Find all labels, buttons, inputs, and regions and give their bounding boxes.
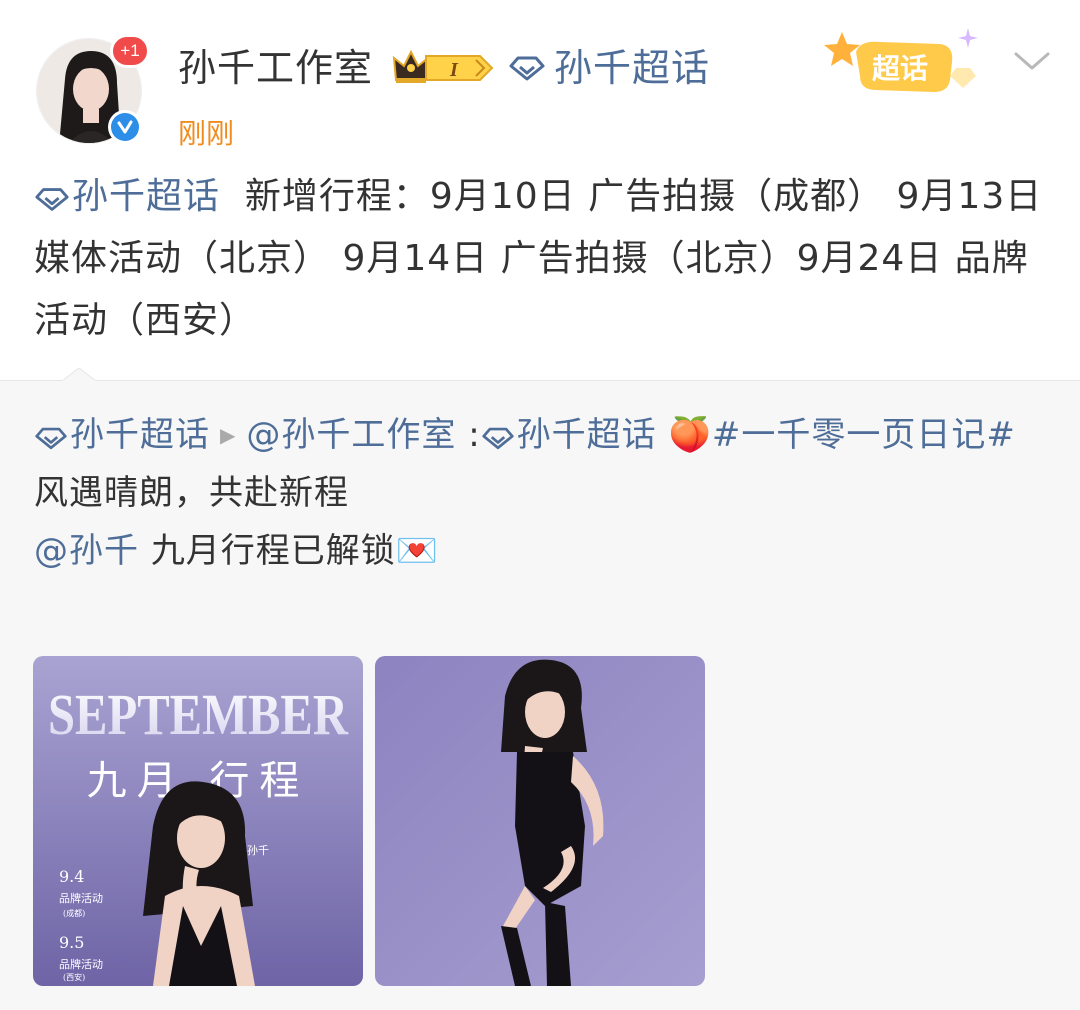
fan-level-badge[interactable]: I <box>392 48 496 92</box>
envelope-emoji: 💌 <box>395 531 440 571</box>
chaohua-badge[interactable]: 超话 <box>820 22 990 106</box>
repost-pointer <box>62 368 96 382</box>
repost-topic-link[interactable]: 孙千超话 <box>34 415 210 455</box>
schedule-date-2: 9.5 <box>59 933 84 952</box>
diamond-icon <box>35 427 67 450</box>
repost-topic-name: 孙千超话 <box>70 415 210 455</box>
diamond-icon <box>35 188 69 211</box>
fan-level-text: I <box>449 59 459 81</box>
supertopic-link[interactable]: 孙千超话 <box>508 44 710 92</box>
image-grid: SEPTEMBER 九月 行程 孙千 9.4 品牌活动 (成都) 9.5 品牌活… <box>33 656 705 986</box>
peach-emoji: 🍑 <box>668 415 712 455</box>
post-header: +1 孙千工作室 I 孙千超话 刚刚 超话 <box>0 0 1080 160</box>
chaohua-label: 超话 <box>872 52 928 85</box>
post-text: 孙千超话 新增行程：9月10日 广告拍摄（成都） 9月13日 媒体活动（北京） … <box>34 166 1044 352</box>
triangle-right-icon: ▶ <box>220 423 237 447</box>
post-topic-name: 孙千超话 <box>72 176 221 217</box>
schedule-event-1: 品牌活动 <box>59 891 103 905</box>
repost-inner-topic-name: 孙千超话 <box>516 415 657 455</box>
supertopic-name: 孙千超话 <box>554 46 711 90</box>
diamond-icon <box>509 56 545 81</box>
image-thumbnail-1[interactable]: SEPTEMBER 九月 行程 孙千 9.4 品牌活动 (成都) 9.5 品牌活… <box>33 656 363 986</box>
poster-title-en: SEPTEMBER <box>48 682 349 747</box>
username[interactable]: 孙千工作室 <box>178 44 373 92</box>
diamond-icon <box>482 427 514 450</box>
repost-text: 孙千超话 ▶ @孙千工作室 : 孙千超话 🍑#一千零一页日记# 风遇晴朗，共赴新程 @… <box>34 406 1044 580</box>
timestamp: 刚刚 <box>178 117 235 150</box>
image-thumbnail-2[interactable] <box>375 656 705 986</box>
repost-inner-topic-link[interactable]: 孙千超话 <box>481 415 657 455</box>
repost-line-2: 风遇晴朗，共赴新程 <box>34 473 349 513</box>
verified-icon <box>108 110 142 144</box>
schedule-city-1: (成都) <box>63 908 85 918</box>
hashtag-link[interactable]: #一千零一页日记# <box>712 415 1016 455</box>
chevron-down-icon[interactable] <box>1012 46 1052 80</box>
repost-line-3: 九月行程已解锁 <box>150 531 396 571</box>
crown-icon <box>392 49 430 83</box>
schedule-date-1: 9.4 <box>59 867 84 886</box>
schedule-city-2: (西安) <box>63 972 85 982</box>
post-topic-link[interactable]: 孙千超话 <box>34 176 220 217</box>
repost-separator: : <box>468 415 481 455</box>
repost-author-link[interactable]: @孙千工作室 <box>246 415 456 455</box>
mention-link[interactable]: @孙千 <box>34 531 139 571</box>
notification-badge[interactable]: +1 <box>110 34 150 68</box>
star-icon <box>824 32 860 66</box>
poster-side-text: 孙千 <box>247 844 269 857</box>
schedule-event-2: 品牌活动 <box>59 957 103 971</box>
